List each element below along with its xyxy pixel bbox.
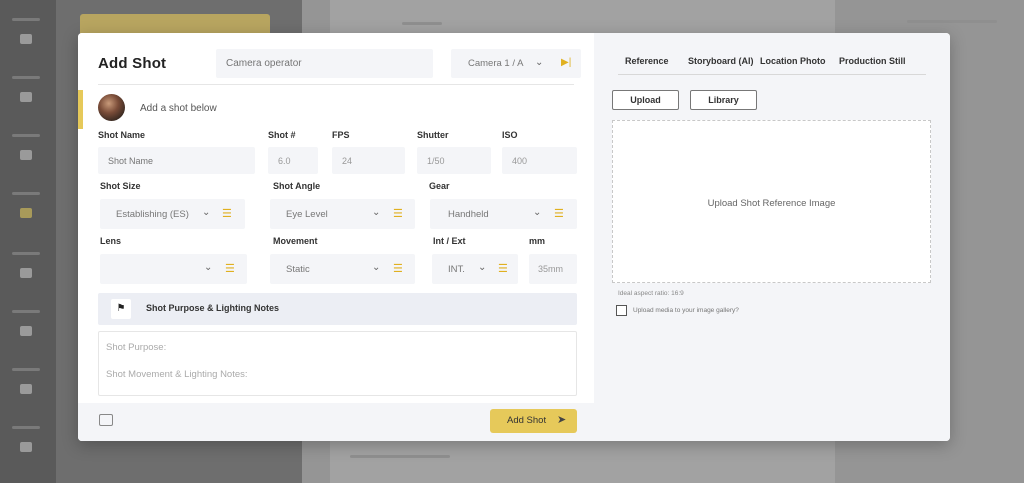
header-divider bbox=[98, 84, 574, 85]
gear-label: Gear bbox=[429, 181, 450, 191]
background-nav-icon bbox=[20, 442, 32, 452]
gallery-checkbox[interactable] bbox=[616, 305, 627, 316]
shot-angle-select[interactable]: Eye Level ⌄ ☰ bbox=[270, 199, 415, 229]
shot-name-label: Shot Name bbox=[98, 130, 146, 140]
lens-select[interactable]: ⌄ ☰ bbox=[100, 254, 247, 284]
background-line bbox=[402, 22, 442, 25]
filter-icon[interactable]: ☰ bbox=[393, 207, 403, 220]
int-ext-label: Int / Ext bbox=[433, 236, 466, 246]
background-nav-label bbox=[12, 134, 40, 137]
purpose-notes-header[interactable]: ⚑ Shot Purpose & Lighting Notes bbox=[98, 293, 577, 325]
send-icon: ➤ bbox=[557, 414, 567, 426]
library-button[interactable]: Library bbox=[690, 90, 757, 110]
next-icon[interactable]: ▶︎| bbox=[561, 57, 571, 68]
filter-icon[interactable]: ☰ bbox=[498, 262, 508, 275]
fps-input[interactable]: 24 bbox=[332, 147, 405, 174]
gallery-checkbox-label: Upload media to your image gallery? bbox=[633, 307, 739, 314]
dropzone-text: Upload Shot Reference Image bbox=[707, 198, 836, 209]
movement-label: Movement bbox=[273, 236, 318, 246]
iso-label: ISO bbox=[502, 130, 518, 140]
background-nav-label bbox=[12, 310, 40, 313]
mm-input[interactable]: 35mm bbox=[529, 254, 577, 284]
tab-divider bbox=[618, 74, 926, 75]
background-nav-label bbox=[12, 252, 40, 255]
camera-select-value: Camera 1 / A bbox=[468, 58, 524, 69]
shot-size-select[interactable]: Establishing (ES) ⌄ ☰ bbox=[100, 199, 245, 229]
filter-icon[interactable]: ☰ bbox=[225, 262, 235, 275]
gear-select[interactable]: Handheld ⌄ ☰ bbox=[430, 199, 577, 229]
purpose-notes-textarea[interactable]: Shot Purpose: Shot Movement & Lighting N… bbox=[98, 331, 577, 396]
upload-dropzone[interactable]: Upload Shot Reference Image bbox=[612, 120, 931, 283]
flag-icon: ⚑ bbox=[111, 299, 131, 319]
movement-value: Static bbox=[286, 264, 310, 275]
fps-label: FPS bbox=[332, 130, 350, 140]
shutter-input[interactable]: 1/50 bbox=[417, 147, 491, 174]
tab-storyboard-ai[interactable]: Storyboard (AI) bbox=[688, 56, 754, 66]
gear-value: Handheld bbox=[448, 209, 489, 220]
shot-angle-value: Eye Level bbox=[286, 209, 328, 220]
int-ext-value: INT. bbox=[448, 264, 465, 275]
background-line bbox=[907, 20, 997, 23]
shot-number-input[interactable]: 6.0 bbox=[268, 147, 318, 174]
background-nav-icon bbox=[20, 92, 32, 102]
reference-panel: ✕ Reference Storyboard (AI) Location Pho… bbox=[594, 33, 950, 441]
media-icon[interactable] bbox=[99, 414, 113, 426]
accent-bar bbox=[78, 90, 83, 129]
shutter-label: Shutter bbox=[417, 130, 449, 140]
tab-production-still[interactable]: Production Still bbox=[839, 56, 906, 66]
background-nav-label bbox=[12, 76, 40, 79]
filter-icon[interactable]: ☰ bbox=[222, 207, 232, 220]
shot-number-label: Shot # bbox=[268, 130, 296, 140]
chevron-down-icon: ⌄ bbox=[202, 207, 211, 218]
background-nav-icon bbox=[20, 268, 32, 278]
purpose-notes-title: Shot Purpose & Lighting Notes bbox=[146, 303, 279, 313]
int-ext-select[interactable]: INT. ⌄ ☰ bbox=[432, 254, 518, 284]
shot-angle-label: Shot Angle bbox=[273, 181, 321, 191]
lighting-notes-placeholder: Shot Movement & Lighting Notes: bbox=[106, 369, 248, 380]
add-shot-button[interactable]: Add Shot ➤ bbox=[490, 409, 577, 433]
camera-select[interactable]: Camera 1 / A ⌄ ▶︎| bbox=[451, 49, 581, 78]
chevron-down-icon: ⌄ bbox=[204, 262, 213, 273]
chevron-down-icon: ⌄ bbox=[533, 207, 542, 218]
filter-icon[interactable]: ☰ bbox=[393, 262, 403, 275]
background-nav-label bbox=[12, 426, 40, 429]
iso-input[interactable]: 400 bbox=[502, 147, 577, 174]
background-nav-icon bbox=[20, 150, 32, 160]
background-nav-label bbox=[12, 368, 40, 371]
background-nav-label bbox=[12, 18, 40, 21]
background-nav-label bbox=[12, 192, 40, 195]
tab-reference[interactable]: Reference bbox=[625, 56, 669, 66]
upload-button[interactable]: Upload bbox=[612, 90, 679, 110]
modal-footer: Add Shot ➤ bbox=[78, 403, 594, 441]
chevron-down-icon: ⌄ bbox=[372, 262, 381, 273]
add-shot-modal: Add Shot Camera 1 / A ⌄ ▶︎| Add a shot b… bbox=[78, 33, 950, 441]
shot-purpose-placeholder: Shot Purpose: bbox=[106, 342, 167, 353]
shot-size-value: Establishing (ES) bbox=[116, 209, 189, 220]
background-nav-icon bbox=[20, 384, 32, 394]
chevron-down-icon: ⌄ bbox=[478, 262, 487, 273]
avatar bbox=[98, 94, 125, 121]
lens-label: Lens bbox=[100, 236, 122, 246]
background-sidebar bbox=[0, 0, 56, 483]
background-nav-icon bbox=[20, 34, 32, 44]
chevron-down-icon: ⌄ bbox=[372, 207, 381, 218]
filter-icon[interactable]: ☰ bbox=[554, 207, 564, 220]
background-line bbox=[350, 455, 450, 458]
chevron-down-icon: ⌄ bbox=[535, 57, 544, 68]
shot-size-label: Shot Size bbox=[100, 181, 141, 191]
background-nav-icon bbox=[20, 208, 32, 218]
shot-name-input[interactable] bbox=[98, 147, 255, 174]
camera-operator-input[interactable] bbox=[216, 49, 433, 78]
aspect-ratio-hint: Ideal aspect ratio: 16:9 bbox=[618, 290, 684, 297]
add-shot-button-label: Add Shot bbox=[507, 415, 547, 426]
background-nav-icon bbox=[20, 326, 32, 336]
add-shot-prompt: Add a shot below bbox=[140, 103, 217, 114]
tab-location-photo[interactable]: Location Photo bbox=[760, 56, 826, 66]
modal-title: Add Shot bbox=[98, 55, 167, 72]
shot-form-panel: Add Shot Camera 1 / A ⌄ ▶︎| Add a shot b… bbox=[78, 33, 594, 441]
movement-select[interactable]: Static ⌄ ☰ bbox=[270, 254, 415, 284]
mm-label: mm bbox=[529, 236, 546, 246]
